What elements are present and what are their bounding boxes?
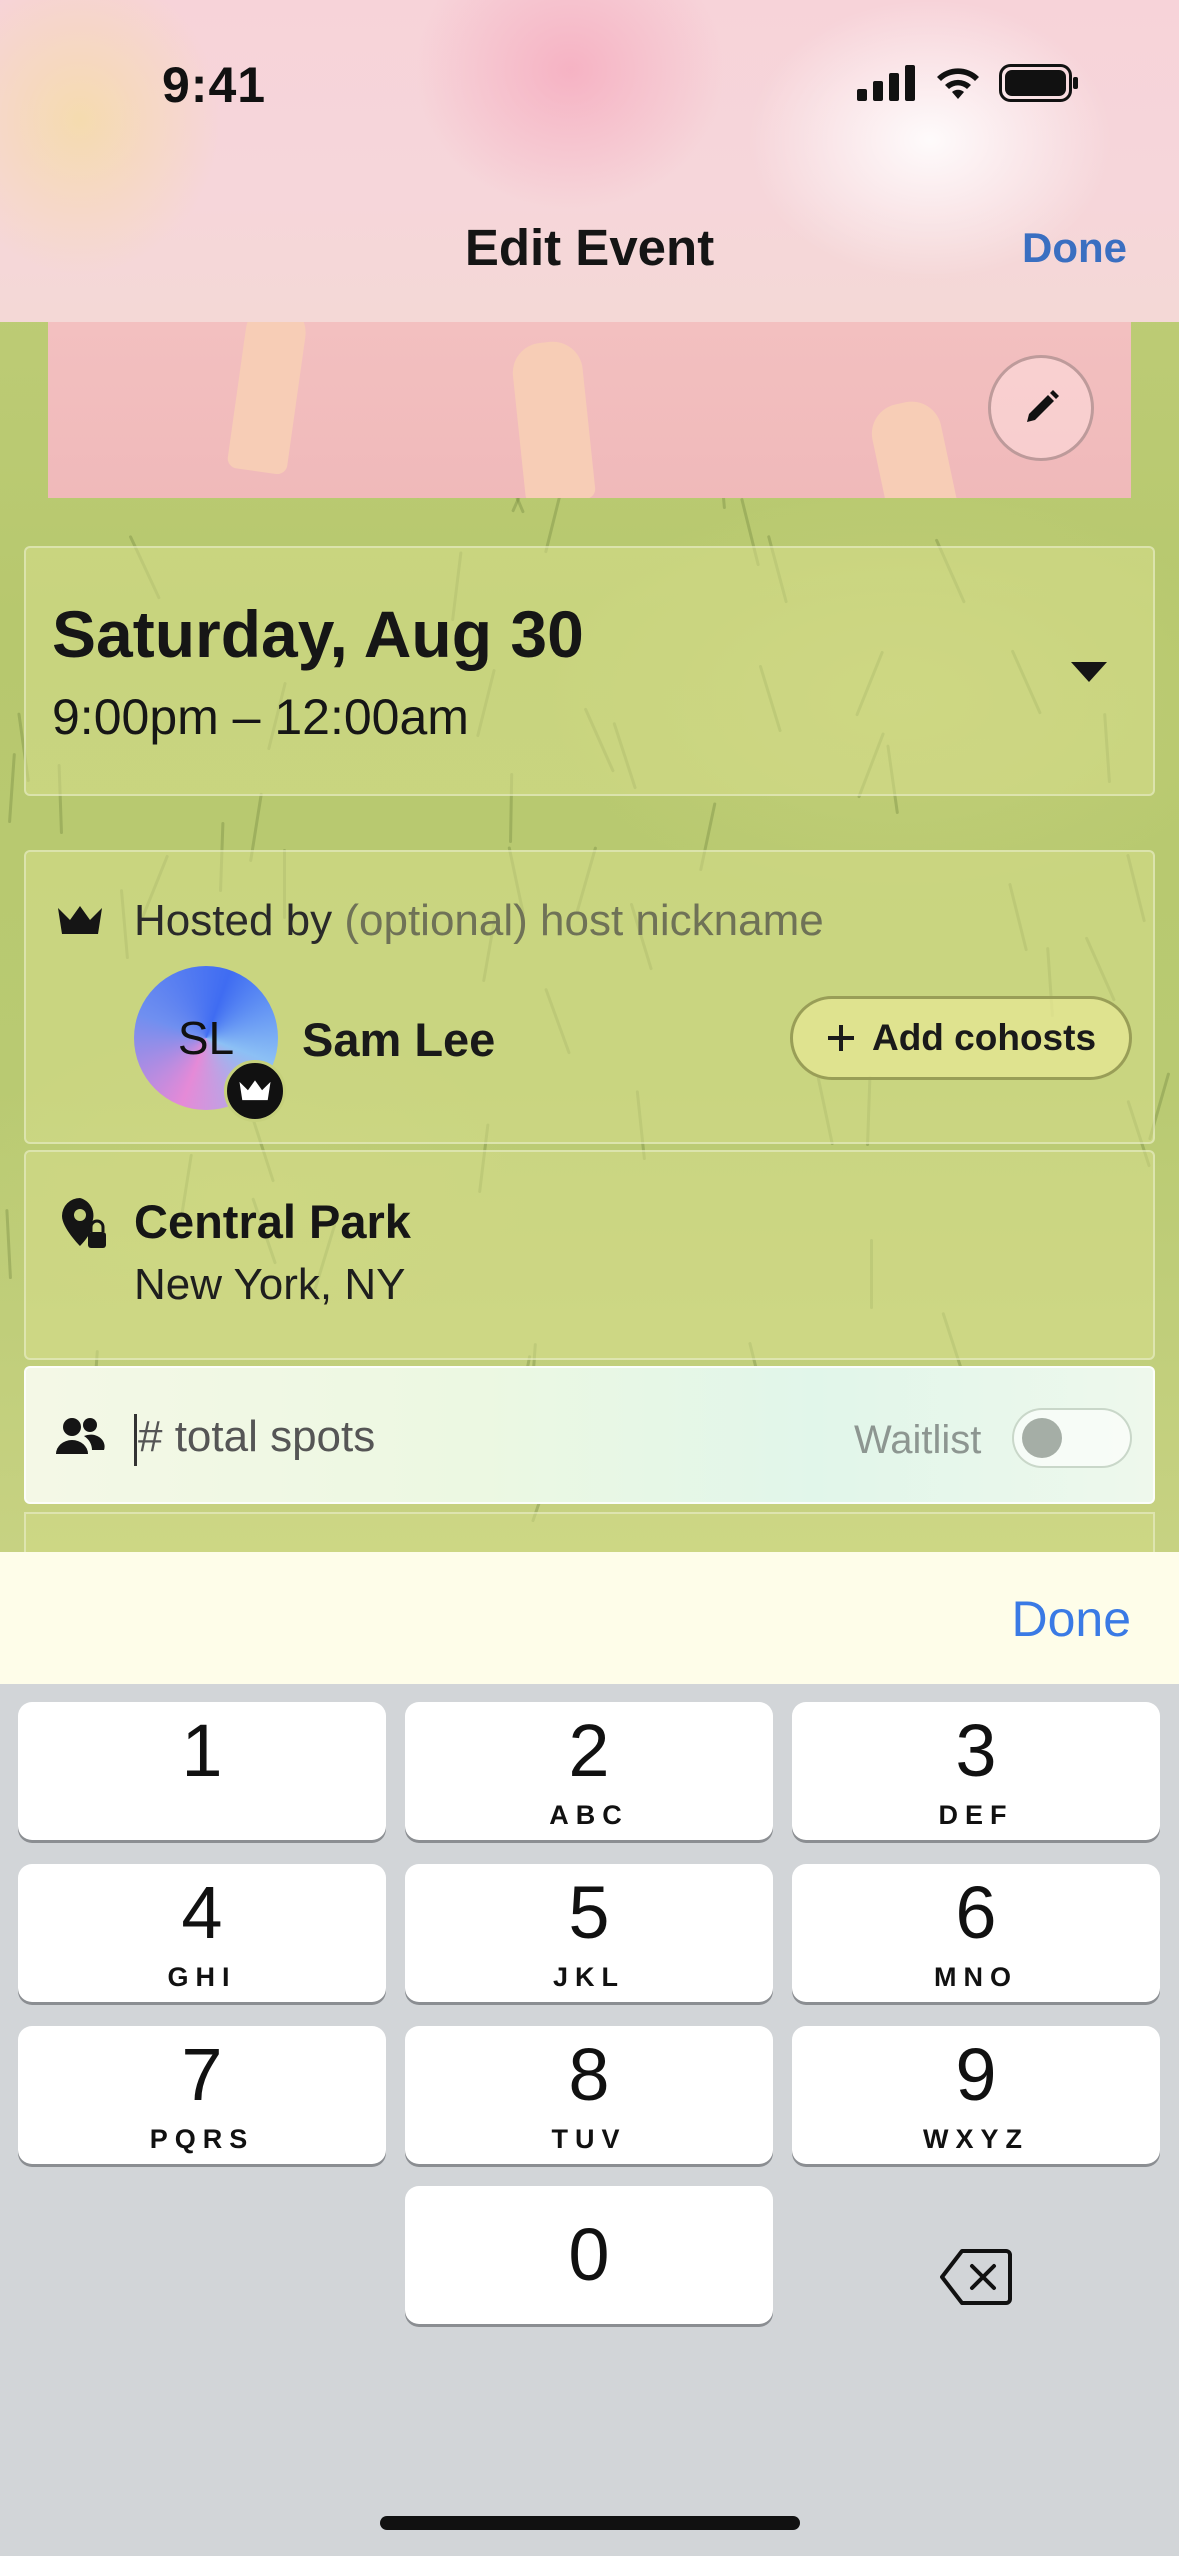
plus-icon <box>827 1025 854 1051</box>
key-6[interactable]: 6 MNO <box>792 1864 1160 2002</box>
waitlist-toggle[interactable] <box>1012 1408 1132 1468</box>
key-number: 6 <box>955 1871 997 1954</box>
key-number: 1 <box>181 1709 223 1792</box>
grass-blade <box>8 753 16 824</box>
backspace-icon <box>940 2249 1012 2305</box>
hosted-by-label: Hosted by <box>134 896 333 945</box>
location-city: New York, NY <box>134 1260 406 1309</box>
chevron-down-icon[interactable] <box>1071 662 1107 682</box>
keyboard-accessory-bar: Done <box>0 1552 1179 1684</box>
key-7[interactable]: 7 PQRS <box>18 2026 386 2164</box>
capacity-card: Waitlist <box>24 1366 1155 1504</box>
key-4[interactable]: 4 GHI <box>18 1864 386 2002</box>
key-5[interactable]: 5 JKL <box>405 1864 773 2002</box>
host-card: Hosted by (optional) host nickname SL Sa… <box>24 850 1155 1144</box>
key-letters: WXYZ <box>923 2124 1029 2154</box>
toggle-knob <box>1022 1418 1062 1458</box>
add-cohosts-label: Add cohosts <box>871 1017 1097 1058</box>
key-number: 2 <box>568 1709 610 1792</box>
location-pin-lock-icon <box>62 1198 106 1248</box>
cellular-signal-icon <box>857 65 915 101</box>
key-letters: TUV <box>551 2124 627 2154</box>
status-time: 9:41 <box>162 57 267 113</box>
host-label-line[interactable]: Hosted by (optional) host nickname <box>134 896 824 946</box>
top-bar: 9:41 Edit Event Done <box>0 0 1179 322</box>
status-icons <box>857 64 1079 102</box>
key-number: 7 <box>181 2033 223 2116</box>
crown-icon <box>239 1080 271 1101</box>
key-letters: GHI <box>167 1962 237 1992</box>
backspace-key[interactable] <box>792 2208 1160 2346</box>
event-time-range: 9:00pm – 12:00am <box>52 689 469 745</box>
cover-image <box>48 322 1131 498</box>
key-2[interactable]: 2 ABC <box>405 1702 773 1840</box>
key-0[interactable]: 0 <box>405 2186 773 2324</box>
pencil-icon <box>1027 390 1059 422</box>
home-indicator <box>380 2516 800 2530</box>
location-name: Central Park <box>134 1195 411 1248</box>
cover-hand <box>226 322 310 476</box>
crown-icon <box>58 906 102 934</box>
key-letters: JKL <box>552 1962 625 1992</box>
edit-cover-button[interactable] <box>988 355 1094 461</box>
key-letters: MNO <box>934 1962 1018 1992</box>
key-number: 5 <box>568 1871 610 1954</box>
key-1[interactable]: 1 <box>18 1702 386 1840</box>
key-number: 8 <box>568 2033 610 2116</box>
location-card[interactable]: Central Park New York, NY <box>24 1150 1155 1360</box>
key-letters: DEF <box>938 1800 1014 1830</box>
keyboard-done-button[interactable]: Done <box>1011 1590 1131 1648</box>
key-letters: ABC <box>549 1800 629 1830</box>
add-cohosts-button[interactable]: Add cohosts <box>790 996 1132 1080</box>
key-number: 3 <box>955 1709 997 1792</box>
key-8[interactable]: 8 TUV <box>405 2026 773 2164</box>
nav-done-button[interactable]: Done <box>1022 224 1127 272</box>
key-9[interactable]: 9 WXYZ <box>792 2026 1160 2164</box>
text-cursor <box>134 1414 137 1466</box>
grass-blade <box>5 1209 12 1280</box>
host-crown-badge <box>224 1060 286 1122</box>
key-number: 9 <box>955 2033 997 2116</box>
cover-hand <box>866 396 960 498</box>
date-time-card[interactable]: Saturday, Aug 30 9:00pm – 12:00am <box>24 546 1155 796</box>
key-3[interactable]: 3 DEF <box>792 1702 1160 1840</box>
wifi-icon <box>937 68 979 99</box>
key-letters: PQRS <box>149 2124 255 2154</box>
page-title: Edit Event <box>464 219 715 276</box>
key-number: 4 <box>181 1871 223 1954</box>
event-date: Saturday, Aug 30 <box>52 597 584 671</box>
waitlist-label: Waitlist <box>854 1418 982 1462</box>
key-number: 0 <box>568 2213 610 2296</box>
total-spots-input[interactable] <box>138 1412 638 1462</box>
avatar-initials: SL <box>177 1012 235 1064</box>
people-icon <box>56 1418 105 1454</box>
host-nickname-input[interactable]: (optional) host nickname <box>344 896 823 945</box>
cover-hand <box>509 338 597 498</box>
battery-icon <box>999 64 1078 102</box>
host-name: Sam Lee <box>302 1013 496 1066</box>
